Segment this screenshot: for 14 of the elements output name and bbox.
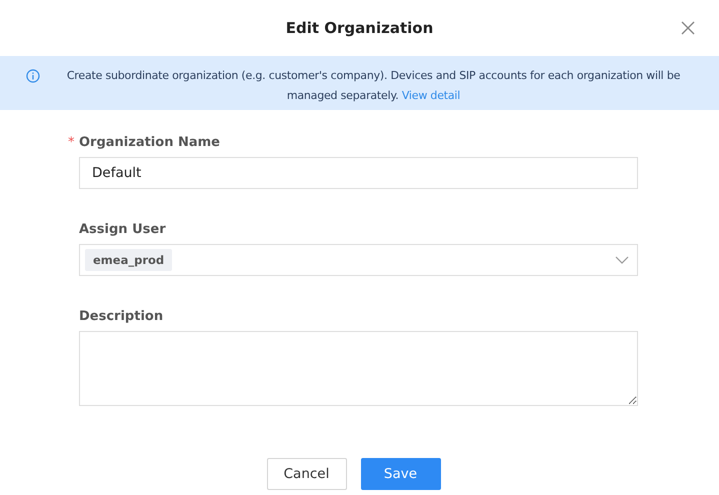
user-tag: emea_prod: [85, 249, 172, 271]
select-field[interactable]: emea_prod: [79, 244, 638, 276]
close-button[interactable]: [679, 19, 697, 37]
info-icon: [26, 69, 40, 83]
field-label: Assign User: [79, 222, 166, 236]
field-label: Description: [79, 308, 164, 324]
notice-text: Create subordinate organization (e.g. customer's company). Devices and SIP accounts for each organization will be managed separately. View detail: [66, 68, 682, 104]
save-button[interactable]: Save: [360, 458, 440, 490]
cancel-button[interactable]: Cancel: [266, 458, 346, 490]
field-label: Organization Name: [79, 134, 220, 150]
required-mark: *: [68, 134, 74, 150]
chevron-down-icon: [615, 256, 629, 264]
dialog-title: Edit Organization: [286, 19, 434, 37]
text-field[interactable]: Default: [79, 157, 638, 189]
